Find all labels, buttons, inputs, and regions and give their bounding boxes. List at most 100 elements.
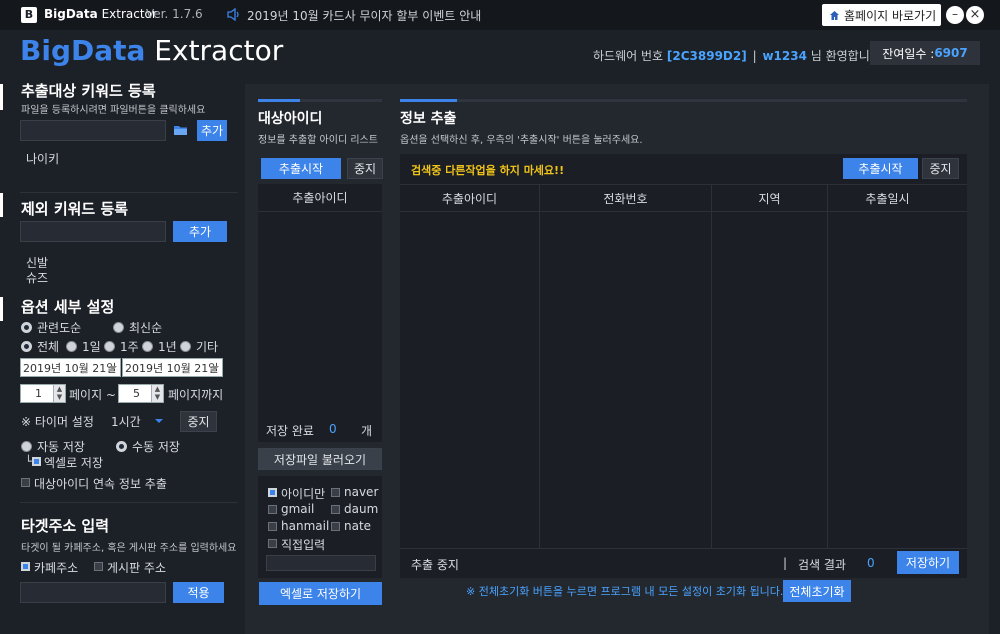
saved-count: 0 — [329, 422, 337, 436]
filter-hanmail-checkbox[interactable] — [268, 522, 277, 531]
filter-gmail-checkbox[interactable] — [268, 505, 277, 514]
home-icon — [830, 10, 839, 20]
excel-save-checkbox[interactable] — [32, 457, 41, 466]
target-input[interactable] — [20, 582, 166, 603]
ids-stop-button[interactable]: 중지 — [347, 158, 383, 179]
period-1year-radio[interactable] — [142, 341, 153, 352]
filter-naver-checkbox[interactable] — [331, 488, 340, 497]
homepage-label: 홈페이지 바로가기 — [844, 8, 937, 23]
manual-save-radio[interactable] — [116, 441, 127, 452]
filter-custom-input[interactable] — [266, 555, 376, 571]
date-from-value: 2019년 10월 21일 — [23, 361, 117, 375]
ids-panel-title: 대상아이디 — [258, 111, 323, 127]
keyword-add-button[interactable]: 추가 — [197, 120, 227, 141]
column-header-date[interactable]: 추출일시 — [828, 184, 947, 212]
reset-notice: ※ 전체초기화 버튼을 누르면 프로그램 내 모든 설정이 초기화 됩니다. — [466, 585, 784, 598]
date-to-value: 2019년 10월 21일 — [125, 361, 219, 375]
period-1day-label: 1일 — [82, 340, 101, 354]
chevron-down-icon — [211, 366, 219, 370]
filter-custom-checkbox[interactable] — [268, 539, 277, 548]
keyword-section-title: 추출대상 키워드 등록 — [21, 82, 156, 100]
ids-start-button[interactable]: 추출시작 — [261, 158, 341, 179]
page-to-stepper[interactable]: 5 ▲ ▼ — [118, 384, 164, 403]
filter-daum-checkbox[interactable] — [331, 505, 340, 514]
close-button[interactable]: × — [966, 6, 984, 24]
timer-select[interactable]: 1시간 — [111, 413, 141, 430]
speaker-icon — [227, 7, 241, 24]
window-title: BigData Extractor — [44, 7, 157, 21]
filter-naver-label: naver — [344, 485, 379, 499]
info-start-button[interactable]: 추출시작 — [843, 158, 918, 179]
section-marker — [0, 193, 3, 217]
filter-nate-checkbox[interactable] — [331, 522, 340, 531]
period-all-radio[interactable] — [21, 341, 32, 352]
page-to-label: 페이지까지 — [168, 388, 224, 402]
sort-relevance-radio[interactable] — [21, 322, 32, 333]
ids-list[interactable] — [258, 184, 382, 442]
reset-all-button[interactable]: 전체초기화 — [783, 580, 851, 602]
period-1week-radio[interactable] — [104, 341, 115, 352]
date-from-select[interactable]: 2019년 10월 21일 — [20, 358, 121, 377]
results-table[interactable] — [400, 154, 967, 578]
sort-relevance-label: 관련도순 — [37, 321, 82, 335]
minimize-button[interactable]: – — [946, 6, 964, 24]
cafe-label: 카페주소 — [34, 561, 79, 575]
keyword-item[interactable]: 나이키 — [26, 150, 59, 167]
options-section-title: 옵션 세부 설정 — [21, 298, 115, 316]
panel-top-border — [400, 99, 967, 102]
stepper-arrows-icon[interactable]: ▲ ▼ — [53, 385, 65, 402]
period-1day-radio[interactable] — [66, 341, 77, 352]
saved-unit: 개 — [361, 424, 373, 438]
homepage-button[interactable]: 홈페이지 바로가기 — [822, 4, 941, 26]
folder-icon[interactable] — [173, 124, 188, 139]
sort-recent-radio[interactable] — [113, 322, 124, 333]
timer-stop-button[interactable]: 중지 — [180, 411, 217, 432]
remain-label: 잔여일수 : — [882, 46, 935, 61]
exclude-section-title: 제외 키워드 등록 — [21, 200, 129, 218]
hw-label: 하드웨어 번호 — [593, 49, 664, 63]
results-footer-border — [400, 548, 967, 549]
period-other-radio[interactable] — [180, 341, 191, 352]
excel-export-button[interactable]: 엑셀로 저장하기 — [259, 582, 382, 605]
column-header-id[interactable]: 추출아이디 — [400, 184, 540, 212]
section-marker — [0, 84, 3, 110]
page-from-value: 1 — [35, 387, 42, 400]
board-label: 게시판 주소 — [107, 561, 167, 575]
load-file-button[interactable]: 저장파일 불러오기 — [258, 448, 382, 470]
stepper-arrows-icon[interactable]: ▲ ▼ — [151, 385, 163, 402]
cafe-checkbox[interactable] — [21, 562, 30, 571]
page-from-stepper[interactable]: 1 ▲ ▼ — [20, 384, 66, 403]
period-1week-label: 1주 — [120, 340, 139, 354]
column-header-phone[interactable]: 전화번호 — [540, 184, 712, 212]
save-button[interactable]: 저장하기 — [897, 551, 959, 574]
auto-save-radio[interactable] — [21, 441, 32, 452]
date-to-select[interactable]: 2019년 10월 21일 — [122, 358, 223, 377]
keyword-input[interactable] — [20, 120, 166, 141]
chevron-down-icon[interactable] — [155, 419, 163, 423]
target-apply-button[interactable]: 적용 — [173, 582, 224, 603]
remain-value: 6907 — [934, 46, 968, 60]
ids-panel-subtitle: 정보를 추출할 아이디 리스트 — [258, 135, 378, 146]
column-divider — [827, 212, 828, 548]
exclude-input[interactable] — [20, 221, 166, 242]
filter-id-only-checkbox[interactable] — [268, 488, 277, 497]
board-checkbox[interactable] — [94, 562, 103, 571]
info-stop-button[interactable]: 중지 — [922, 158, 959, 179]
exclude-add-button[interactable]: 추가 — [173, 221, 227, 242]
filter-hanmail-label: hanmail — [281, 519, 330, 533]
target-section-title: 타겟주소 입력 — [21, 517, 110, 535]
period-other-label: 기타 — [196, 340, 219, 354]
period-1year-label: 1년 — [158, 340, 177, 354]
exclude-item[interactable]: 슈즈 — [26, 269, 48, 286]
notice-link[interactable]: 2019년 10월 카드사 무이자 할부 이벤트 안내 — [247, 7, 481, 24]
column-divider — [539, 212, 540, 548]
column-header-region[interactable]: 지역 — [712, 184, 828, 212]
page-from-label: 페이지 ~ — [69, 388, 116, 402]
timer-label: ※ 타이머 설정 — [21, 415, 94, 429]
result-count: 0 — [867, 556, 875, 570]
divider — [20, 192, 238, 193]
manual-save-label: 수동 저장 — [132, 440, 180, 454]
brand-logo-rest: Extractor — [145, 34, 284, 67]
info-panel-subtitle: 옵션을 선택하신 후, 우측의 '추출시작' 버튼을 눌러주세요. — [400, 135, 643, 146]
continuous-checkbox[interactable] — [21, 478, 30, 487]
